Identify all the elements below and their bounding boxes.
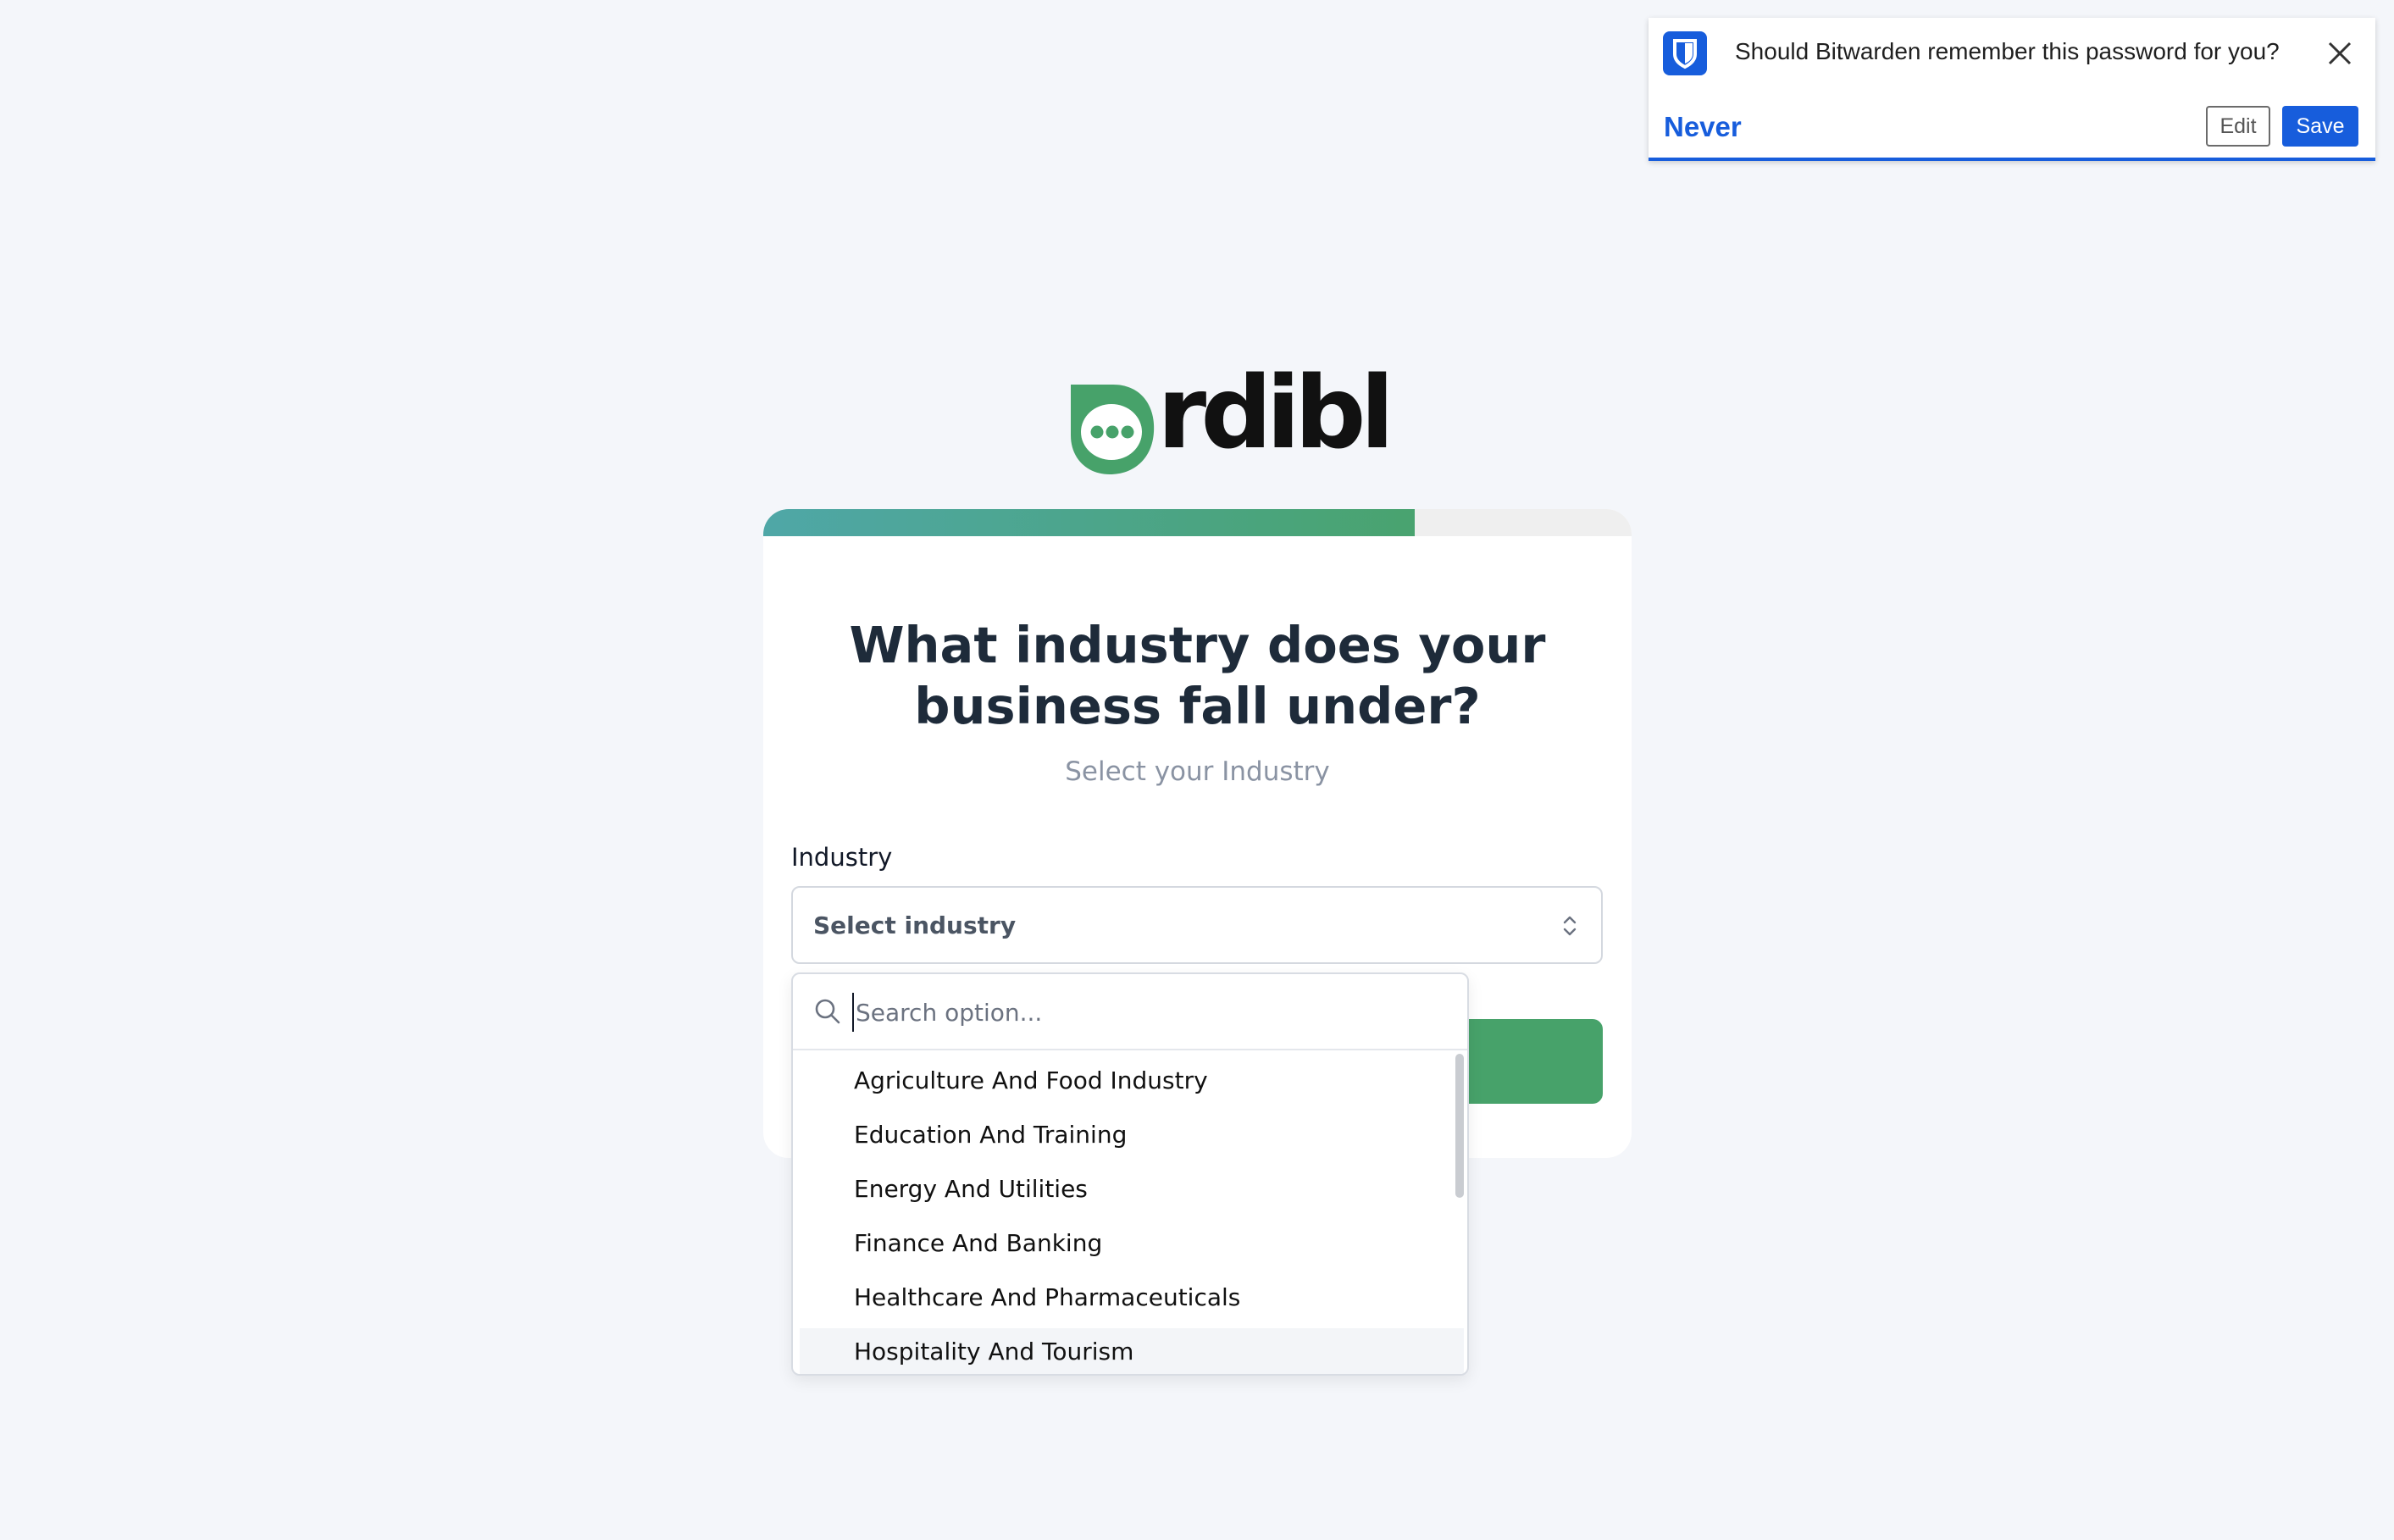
dropdown-option[interactable]: Education And Training — [800, 1111, 1464, 1159]
logo-text: rdibl — [1157, 354, 1394, 471]
search-input[interactable] — [852, 993, 1433, 1032]
chevron-up-down-icon — [1563, 916, 1577, 936]
industry-dropdown: Agriculture And Food Industry Education … — [791, 972, 1469, 1376]
edit-button[interactable]: Edit — [2206, 106, 2270, 147]
dropdown-options-list: Agriculture And Food Industry Education … — [793, 1050, 1467, 1374]
progress-bar-fill — [763, 509, 1415, 536]
save-button[interactable]: Save — [2282, 106, 2358, 147]
page-title-line-1: What industry does your — [849, 616, 1546, 674]
bitwarden-shield-icon — [1663, 31, 1707, 75]
dropdown-scrollbar[interactable] — [1454, 1050, 1466, 1374]
page-subtitle: Select your Industry — [1065, 756, 1330, 787]
dropdown-option[interactable]: Energy And Utilities — [800, 1166, 1464, 1213]
search-icon — [815, 999, 840, 1024]
speech-bubble-dots-icon — [1071, 385, 1155, 474]
industry-select-value: Select industry — [813, 911, 1017, 939]
page-title-line-2: business fall under? — [914, 677, 1481, 735]
close-icon[interactable] — [2325, 38, 2355, 69]
dropdown-option[interactable]: Healthcare And Pharmaceuticals — [800, 1274, 1464, 1321]
bitwarden-notification-bar: Should Bitwarden remember this password … — [1649, 18, 2375, 161]
dropdown-scrollbar-thumb[interactable] — [1455, 1054, 1464, 1198]
industry-select[interactable]: Select industry — [791, 886, 1603, 964]
dropdown-option[interactable]: Agriculture And Food Industry — [800, 1057, 1464, 1105]
bitwarden-message: Should Bitwarden remember this password … — [1735, 38, 2280, 64]
progress-bar — [763, 509, 1632, 536]
dropdown-search — [793, 974, 1467, 1050]
industry-label: Industry — [791, 843, 893, 872]
dropdown-option[interactable]: Finance And Banking — [800, 1220, 1464, 1267]
dropdown-option-highlighted[interactable]: Hospitality And Tourism — [800, 1328, 1464, 1374]
page-title: What industry does your business fall un… — [763, 615, 1632, 737]
never-button[interactable]: Never — [1664, 111, 1742, 143]
ordibl-logo: rdibl — [1066, 363, 1394, 478]
